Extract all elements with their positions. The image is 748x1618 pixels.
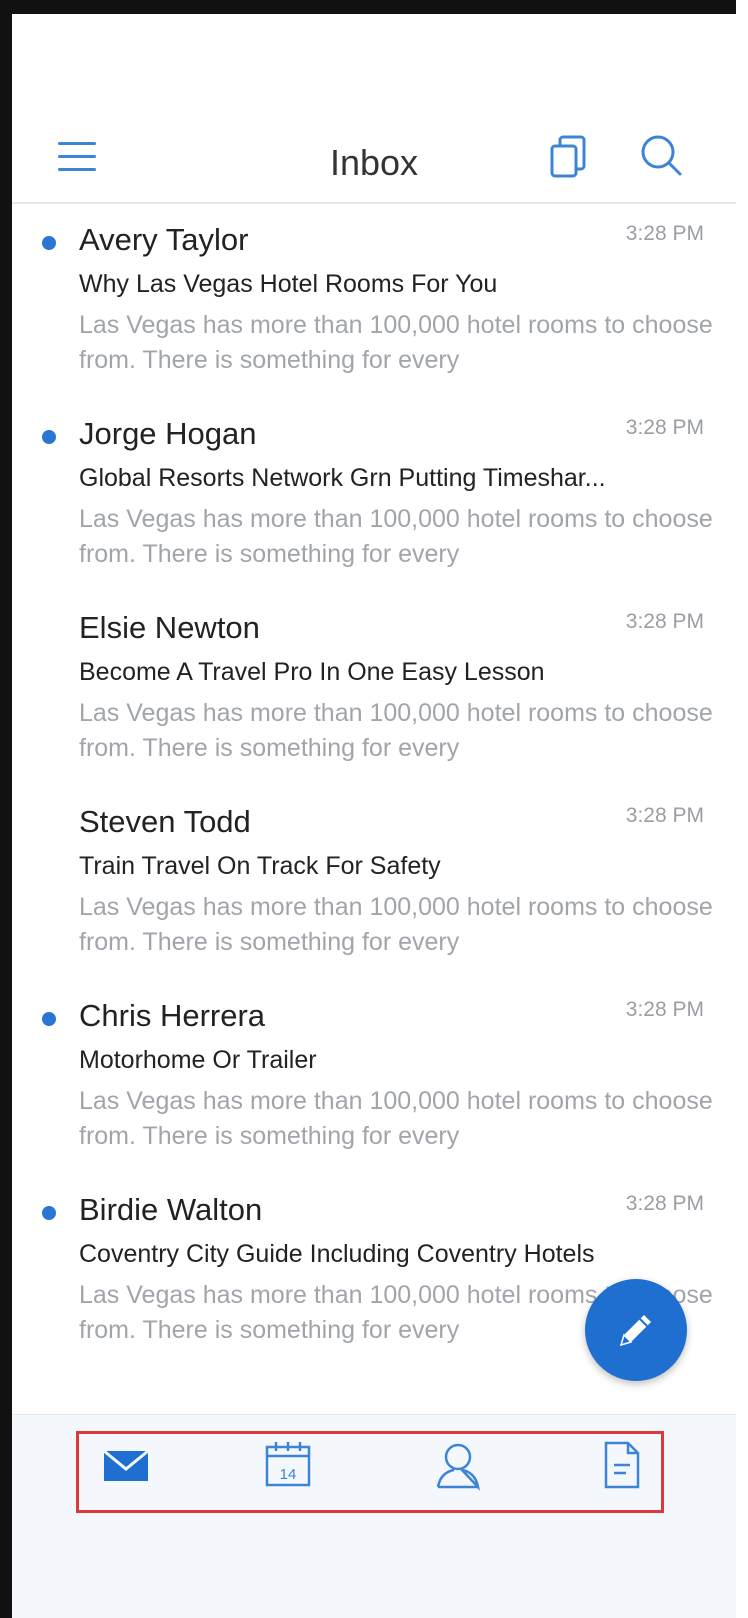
search-icon[interactable]: [638, 132, 686, 182]
message-subject: Motorhome Or Trailer: [79, 1046, 317, 1074]
tab-calendar[interactable]: 14: [262, 1439, 314, 1491]
message-row[interactable]: Avery Taylor 3:28 PM Why Las Vegas Hotel…: [12, 204, 736, 398]
message-row[interactable]: Chris Herrera 3:28 PM Motorhome Or Trail…: [12, 980, 736, 1174]
message-time: 3:28 PM: [625, 804, 704, 827]
contacts-icon: [436, 1443, 480, 1491]
message-time: 3:28 PM: [625, 998, 704, 1021]
message-sender: Elsie Newton: [79, 610, 260, 645]
message-row[interactable]: Steven Todd 3:28 PM Train Travel On Trac…: [12, 786, 736, 980]
message-subject: Global Resorts Network Grn Putting Times…: [79, 464, 606, 492]
unread-dot-icon: [42, 1012, 56, 1026]
message-subject: Train Travel On Track For Safety: [79, 852, 441, 880]
tab-bar-highlight: [76, 1431, 664, 1513]
message-sender: Birdie Walton: [79, 1192, 263, 1227]
message-time: 3:28 PM: [625, 416, 704, 439]
bottom-tab-bar: 14: [12, 1414, 736, 1618]
message-sender: Jorge Hogan: [79, 416, 257, 451]
unread-dot-icon: [42, 430, 56, 444]
message-time: 3:28 PM: [625, 610, 704, 633]
app-frame: Inbox Avery Taylor 3:28 PM Why Las Vegas…: [0, 0, 736, 1618]
message-time: 3:28 PM: [625, 1192, 704, 1215]
message-preview: Las Vegas has more than 100,000 hotel ro…: [79, 699, 713, 762]
message-sender: Chris Herrera: [79, 998, 266, 1033]
tab-files[interactable]: [596, 1439, 648, 1491]
calendar-icon: 14: [265, 1442, 311, 1487]
message-preview: Las Vegas has more than 100,000 hotel ro…: [79, 1087, 713, 1150]
unread-dot-icon: [42, 1206, 56, 1220]
cards-icon[interactable]: [548, 132, 592, 182]
message-preview: Las Vegas has more than 100,000 hotel ro…: [79, 893, 713, 956]
message-sender: Steven Todd: [79, 804, 251, 839]
tab-mail[interactable]: [100, 1439, 152, 1491]
message-preview: Las Vegas has more than 100,000 hotel ro…: [79, 311, 713, 374]
message-subject: Why Las Vegas Hotel Rooms For You: [79, 270, 498, 298]
message-list: Avery Taylor 3:28 PM Why Las Vegas Hotel…: [12, 204, 736, 1368]
message-subject: Become A Travel Pro In One Easy Lesson: [79, 658, 545, 686]
tab-contacts[interactable]: [432, 1439, 484, 1491]
files-icon: [604, 1441, 640, 1489]
calendar-day: 14: [280, 1466, 297, 1483]
compose-button[interactable]: [585, 1279, 687, 1381]
message-time: 3:28 PM: [625, 222, 704, 245]
header: Inbox: [12, 124, 736, 204]
page-title: Inbox: [329, 142, 419, 183]
unread-dot-icon: [42, 236, 56, 250]
message-preview: Las Vegas has more than 100,000 hotel ro…: [79, 505, 713, 568]
pencil-icon: [619, 1315, 651, 1347]
mail-icon: [103, 1449, 149, 1481]
message-sender: Avery Taylor: [79, 222, 249, 257]
message-subject: Coventry City Guide Including Coventry H…: [79, 1240, 595, 1268]
message-row[interactable]: Jorge Hogan 3:28 PM Global Resorts Netwo…: [12, 398, 736, 592]
message-row[interactable]: Elsie Newton 3:28 PM Become A Travel Pro…: [12, 592, 736, 786]
